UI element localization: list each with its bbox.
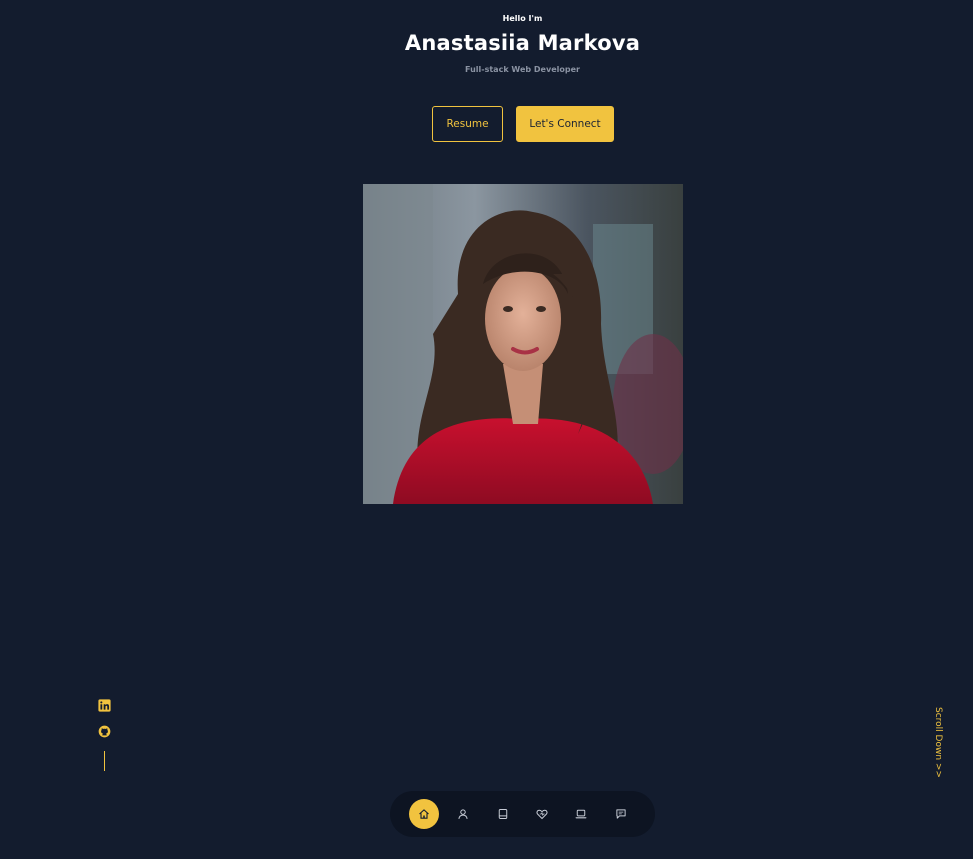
scroll-down-label: Scroll Down >> bbox=[933, 707, 943, 778]
book-icon bbox=[498, 809, 508, 819]
services-icon bbox=[536, 809, 548, 820]
connect-button[interactable]: Let's Connect bbox=[516, 106, 614, 142]
role-subtitle: Full-stack Web Developer bbox=[465, 65, 580, 74]
nav-contact[interactable] bbox=[606, 799, 636, 829]
home-icon bbox=[419, 809, 429, 819]
social-links bbox=[98, 697, 112, 771]
page-title: Anastasiia Markova bbox=[404, 31, 641, 55]
nav-portfolio[interactable] bbox=[566, 799, 596, 829]
scroll-down-link[interactable]: Scroll Down >> bbox=[926, 707, 950, 779]
linkedin-icon[interactable] bbox=[98, 697, 111, 712]
profile-photo bbox=[363, 184, 683, 504]
laptop-icon bbox=[575, 809, 587, 819]
github-icon[interactable] bbox=[98, 723, 111, 738]
social-divider-line bbox=[104, 751, 105, 771]
user-icon bbox=[458, 809, 468, 819]
resume-button[interactable]: Resume bbox=[432, 106, 503, 142]
nav-home[interactable] bbox=[409, 799, 439, 829]
nav-about[interactable] bbox=[448, 799, 478, 829]
message-icon bbox=[616, 809, 626, 819]
greeting-text: Hello I'm bbox=[502, 14, 543, 23]
nav-services[interactable] bbox=[527, 799, 557, 829]
nav-experience[interactable] bbox=[488, 799, 518, 829]
bottom-nav bbox=[390, 791, 655, 837]
